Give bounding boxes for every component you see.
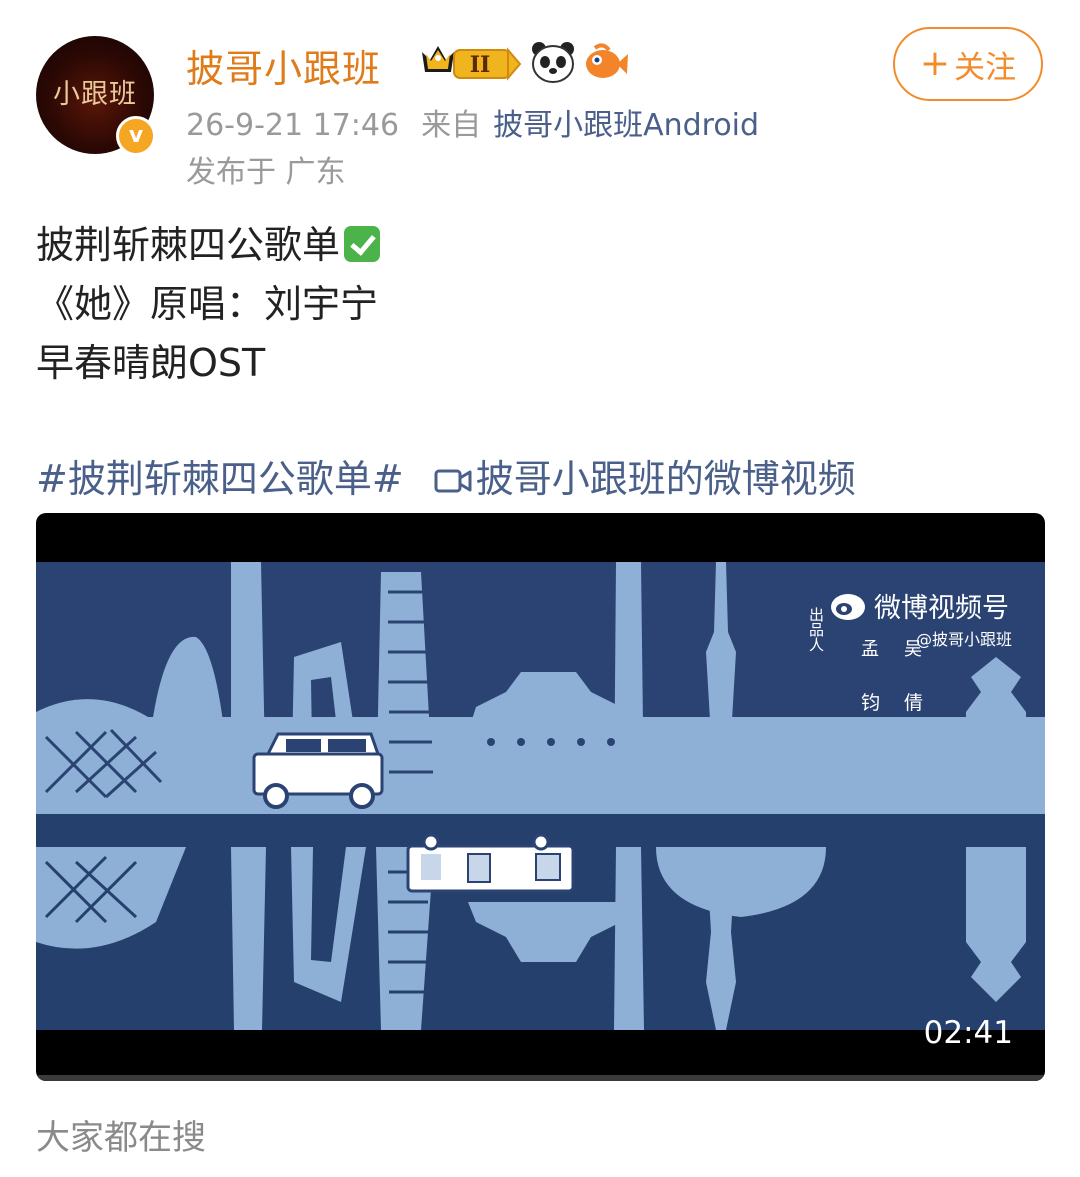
svg-text:微博视频号: 微博视频号 [874,593,1009,624]
follow-button[interactable]: + 关注 [893,27,1043,101]
svg-text:倩: 倩 [904,692,923,714]
fish-badge-icon[interactable] [583,42,629,82]
svg-text:出品人: 出品人 [807,607,825,652]
svg-text:孟: 孟 [861,639,879,660]
weibo-post-card: 小跟班 v 披哥小跟班 II + 关注 26-9-21 17:46 来自 披哥小跟班… [0,0,1080,1177]
post-meta: 26-9-21 17:46 来自 披哥小跟班Android [186,100,759,144]
trending-searches-label[interactable]: 大家都在搜 [36,1110,206,1159]
source-app-link[interactable]: 披哥小跟班Android [493,108,759,143]
avatar[interactable]: 小跟班 v [36,36,156,156]
author-name[interactable]: 披哥小跟班 [186,38,381,93]
post-location: 发布于 广东 [186,155,346,190]
video-camera-icon [434,469,472,493]
post-line: 早春晴朗OST [36,341,266,385]
hashtag-link[interactable]: #披荆斩棘四公歌单# [36,457,404,501]
source-prefix: 来自 [421,108,482,143]
video-duration: 02:41 [923,1015,1013,1051]
crown-level-badge-icon[interactable]: II [418,42,522,82]
svg-text:钧: 钧 [861,692,880,714]
plus-icon: + [919,43,951,84]
video-link-label: 披哥小跟班的微博视频 [475,457,856,501]
follow-label: 关注 [954,49,1017,86]
post-line: 《她》原唱：刘宇宁 [36,282,379,326]
video-progress-track[interactable] [36,1075,1045,1081]
video-thumbnail: 出品人 微博视频号 孟 吴 @披哥小跟班 钧 倩 [36,562,1045,1030]
tag-line: #披荆斩棘四公歌单# 披哥小跟班的微博视频 [36,448,856,503]
verified-badge-icon: v [116,116,156,156]
check-mark-icon [344,226,381,262]
post-line: 披荆斩棘四公歌单 [36,216,381,275]
panda-badge-icon[interactable] [530,40,576,84]
video-player[interactable]: 出品人 微博视频号 孟 吴 @披哥小跟班 钧 倩 02:41 [36,513,1045,1081]
video-link[interactable]: 披哥小跟班的微博视频 [416,457,856,501]
post-body: 披荆斩棘四公歌单 《她》原唱：刘宇宁 早春晴朗OST [36,216,381,393]
timestamp: 26-9-21 17:46 [186,108,400,143]
svg-text:II: II [470,52,491,78]
avatar-logo-text: 小跟班 [53,79,137,110]
svg-text:@披哥小跟班: @披哥小跟班 [916,630,1012,649]
